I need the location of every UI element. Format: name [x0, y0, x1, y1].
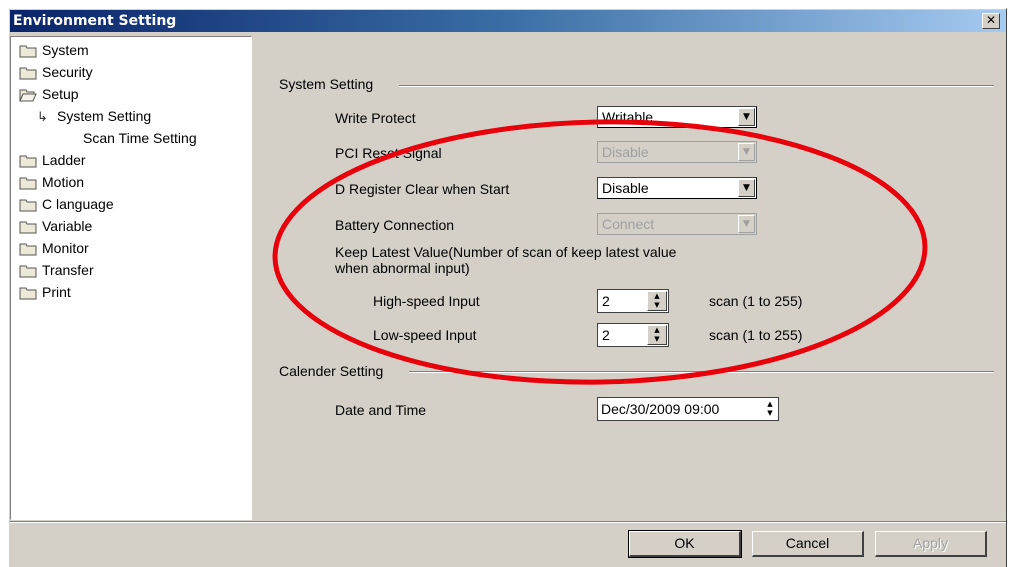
- date-time-value: Dec/30/2009 09:00: [601, 401, 720, 417]
- folder-icon: [19, 221, 37, 234]
- close-button[interactable]: ✕: [982, 13, 1000, 29]
- battery-value: Connect: [602, 216, 655, 232]
- d-register-select[interactable]: Disable ▼: [597, 177, 757, 199]
- high-speed-unit: scan (1 to 255): [709, 293, 803, 309]
- tree-item-system-setting[interactable]: ↳ System Setting: [37, 106, 151, 127]
- tree-item-label: Setup: [42, 86, 79, 102]
- group-divider: [409, 371, 994, 373]
- folder-icon: [19, 177, 37, 190]
- settings-tree[interactable]: System Security Setup ↳ System Setting Sc…: [10, 36, 252, 520]
- tree-item-label: Transfer: [42, 262, 94, 278]
- chevron-down-icon[interactable]: ▼: [738, 179, 755, 197]
- tree-item-variable[interactable]: Variable: [19, 216, 92, 237]
- low-speed-unit: scan (1 to 255): [709, 327, 803, 343]
- write-protect-label: Write Protect: [335, 110, 416, 126]
- tree-item-monitor[interactable]: Monitor: [19, 238, 89, 259]
- environment-setting-dialog: Environment Setting ✕ System Security Se…: [8, 8, 1007, 567]
- high-speed-label: High-speed Input: [373, 293, 480, 309]
- low-speed-value: 2: [602, 327, 610, 343]
- battery-select: Connect ▼: [597, 213, 757, 235]
- tree-item-system[interactable]: System: [19, 40, 89, 61]
- battery-label: Battery Connection: [335, 217, 455, 233]
- tree-item-c-language[interactable]: C language: [19, 194, 114, 215]
- d-register-label: D Register Clear when Start: [335, 181, 510, 197]
- stepper-buttons[interactable]: ▲ ▼: [647, 325, 667, 345]
- tree-item-transfer[interactable]: Transfer: [19, 260, 94, 281]
- write-protect-select[interactable]: Writable ▼: [597, 106, 757, 128]
- tree-item-setup[interactable]: Setup: [19, 84, 79, 105]
- tree-item-ladder[interactable]: Ladder: [19, 150, 86, 171]
- chevron-down-icon: ▼: [738, 215, 755, 233]
- keep-latest-label-line1: Keep Latest Value(Number of scan of keep…: [335, 244, 677, 260]
- tree-item-label: C language: [42, 196, 114, 212]
- low-speed-stepper[interactable]: 2 ▲ ▼: [597, 323, 669, 347]
- tree-item-label: Variable: [42, 218, 93, 234]
- high-speed-value: 2: [602, 293, 610, 309]
- chevron-down-icon[interactable]: ▼: [648, 301, 666, 310]
- open-folder-icon: [19, 89, 37, 102]
- folder-icon: [19, 45, 37, 58]
- selected-arrow-icon: ↳: [37, 109, 48, 124]
- tree-item-label: Scan Time Setting: [83, 130, 197, 146]
- calender-setting-group-label: Calender Setting: [279, 363, 390, 379]
- d-register-value: Disable: [602, 180, 649, 196]
- group-divider: [399, 85, 994, 87]
- tree-item-label: Monitor: [42, 240, 89, 256]
- cancel-button[interactable]: Cancel: [752, 531, 864, 557]
- ok-button[interactable]: OK: [628, 530, 742, 558]
- folder-icon: [19, 287, 37, 300]
- date-stepper-buttons[interactable]: ▲ ▼: [764, 400, 776, 418]
- chevron-up-icon[interactable]: ▲: [648, 292, 666, 301]
- system-setting-group-label: System Setting: [279, 76, 380, 92]
- folder-icon: [19, 243, 37, 256]
- low-speed-label: Low-speed Input: [373, 327, 477, 343]
- chevron-up-icon[interactable]: ▲: [648, 326, 666, 335]
- chevron-down-icon[interactable]: ▼: [648, 335, 666, 344]
- high-speed-stepper[interactable]: 2 ▲ ▼: [597, 289, 669, 313]
- pci-reset-select: Disable ▼: [597, 141, 757, 163]
- tree-item-label: Ladder: [42, 152, 86, 168]
- date-time-picker[interactable]: Dec/30/2009 09:00 ▲ ▼: [597, 397, 779, 421]
- folder-icon: [19, 199, 37, 212]
- tree-item-label: Print: [42, 284, 71, 300]
- tree-item-scan-time-setting[interactable]: Scan Time Setting: [83, 128, 197, 149]
- footer-divider: [10, 521, 1006, 523]
- tree-item-label: System Setting: [57, 108, 152, 124]
- tree-item-print[interactable]: Print: [19, 282, 71, 303]
- apply-button: Apply: [875, 531, 987, 557]
- chevron-down-icon[interactable]: ▼: [764, 409, 776, 418]
- tree-item-label: Security: [42, 64, 93, 80]
- folder-icon: [19, 265, 37, 278]
- keep-latest-label-line2: when abnormal input): [335, 260, 470, 276]
- tree-item-label: System: [42, 42, 89, 58]
- tree-item-security[interactable]: Security: [19, 62, 93, 83]
- title-bar[interactable]: Environment Setting ✕: [10, 10, 1006, 32]
- settings-panel: System Setting Write Protect Writable ▼ …: [259, 36, 1004, 520]
- folder-icon: [19, 67, 37, 80]
- tree-item-motion[interactable]: Motion: [19, 172, 84, 193]
- pci-reset-value: Disable: [602, 144, 649, 160]
- folder-icon: [19, 155, 37, 168]
- chevron-up-icon[interactable]: ▲: [764, 400, 776, 409]
- chevron-down-icon[interactable]: ▼: [738, 108, 755, 126]
- write-protect-value: Writable: [602, 109, 654, 125]
- stepper-buttons[interactable]: ▲ ▼: [647, 291, 667, 311]
- tree-item-label: Motion: [42, 174, 85, 190]
- pci-reset-label: PCI Reset Signal: [335, 145, 442, 161]
- window-title: Environment Setting: [13, 13, 177, 29]
- date-time-label: Date and Time: [335, 402, 427, 418]
- chevron-down-icon: ▼: [738, 143, 755, 161]
